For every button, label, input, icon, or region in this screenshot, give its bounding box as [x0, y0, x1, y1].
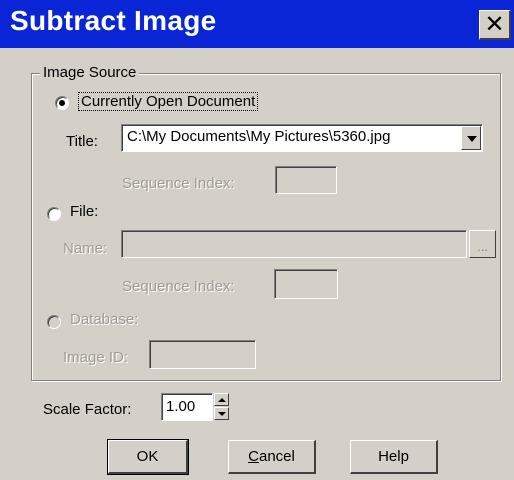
title-value: C:\My Documents\My Pictures\5360.jpg — [127, 128, 391, 145]
image-id-label: Image ID: — [63, 349, 129, 366]
title-combobox[interactable]: C:\My Documents\My Pictures\5360.jpg — [121, 124, 483, 152]
title-dropdown-button[interactable] — [461, 126, 481, 150]
cancel-button[interactable]: Cancel — [228, 440, 316, 474]
scale-factor-value: 1.00 — [166, 398, 196, 415]
spin-up-icon — [218, 398, 226, 402]
file-sequence-index-label: Sequence Index: — [122, 278, 235, 295]
scale-factor-spinner — [214, 393, 229, 421]
image-source-legend: Image Source — [40, 64, 140, 81]
radio-selected-icon — [59, 100, 65, 106]
spin-up-button[interactable] — [214, 393, 229, 406]
window-title: Subtract Image — [10, 5, 217, 36]
help-label: Help — [378, 448, 409, 465]
close-button[interactable]: ✕ — [479, 10, 511, 40]
scale-factor-input[interactable]: 1.00 — [161, 393, 213, 421]
file-sequence-index-input[interactable] — [274, 269, 338, 299]
close-icon: ✕ — [484, 10, 505, 38]
name-label: Name: — [63, 240, 108, 257]
ok-button[interactable]: OK — [107, 439, 189, 475]
image-source-group — [31, 73, 501, 381]
browse-button[interactable]: ... — [469, 230, 496, 258]
scale-factor-label: Scale Factor: — [43, 401, 132, 418]
spin-down-button[interactable] — [214, 407, 229, 420]
currently-open-label[interactable]: Currently Open Document — [78, 92, 259, 111]
title-bar: Subtract Image ✕ — [0, 0, 514, 48]
cancel-accelerator: C — [248, 448, 259, 465]
title-label: Title: — [66, 133, 98, 150]
ok-label: OK — [136, 448, 159, 465]
image-id-input[interactable] — [149, 340, 256, 369]
dropdown-arrow-icon — [467, 136, 477, 142]
cancel-label: ancel — [258, 448, 295, 465]
sequence-index-input[interactable] — [275, 166, 337, 194]
help-button[interactable]: Help — [350, 440, 438, 474]
name-input[interactable] — [121, 230, 467, 258]
radio-file[interactable] — [47, 207, 61, 221]
file-label[interactable]: File: — [70, 203, 98, 220]
sequence-index-label: Sequence Index: — [122, 175, 235, 192]
browse-label: ... — [477, 239, 488, 254]
spin-down-icon — [218, 412, 226, 416]
database-label[interactable]: Database: — [70, 311, 138, 328]
radio-currently-open[interactable] — [55, 96, 69, 110]
radio-database[interactable] — [47, 315, 61, 329]
